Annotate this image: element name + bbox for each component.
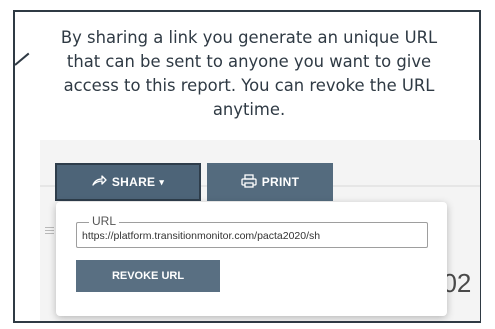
print-button[interactable]: PRINT bbox=[207, 163, 333, 201]
url-value[interactable]: https://platform.transitionmonitor.com/p… bbox=[82, 230, 424, 242]
share-dropdown: URL https://platform.transitionmonitor.c… bbox=[56, 202, 447, 316]
share-button[interactable]: SHARE ▾ bbox=[55, 163, 201, 201]
share-arrow-icon bbox=[92, 175, 107, 189]
menu-icon[interactable] bbox=[45, 227, 54, 234]
revoke-url-button[interactable]: REVOKE URL bbox=[76, 260, 220, 292]
url-field[interactable]: URL https://platform.transitionmonitor.c… bbox=[76, 214, 428, 248]
printer-icon bbox=[241, 173, 257, 191]
callout-line: that can be sent to anyone you want to g… bbox=[66, 52, 432, 71]
print-label: PRINT bbox=[261, 175, 300, 189]
callout-line: access to this report. You can revoke th… bbox=[63, 76, 435, 95]
callout-line: anytime. bbox=[212, 100, 286, 119]
callout-text: By sharing a link you generate an unique… bbox=[27, 26, 471, 122]
url-field-label: URL bbox=[89, 214, 120, 228]
callout-line: By sharing a link you generate an unique… bbox=[60, 28, 438, 47]
share-label: SHARE bbox=[111, 175, 156, 189]
report-screenshot: SHARE ▾ PRINT 202 URL https://platform.t… bbox=[40, 140, 480, 321]
chevron-down-icon: ▾ bbox=[159, 176, 165, 187]
